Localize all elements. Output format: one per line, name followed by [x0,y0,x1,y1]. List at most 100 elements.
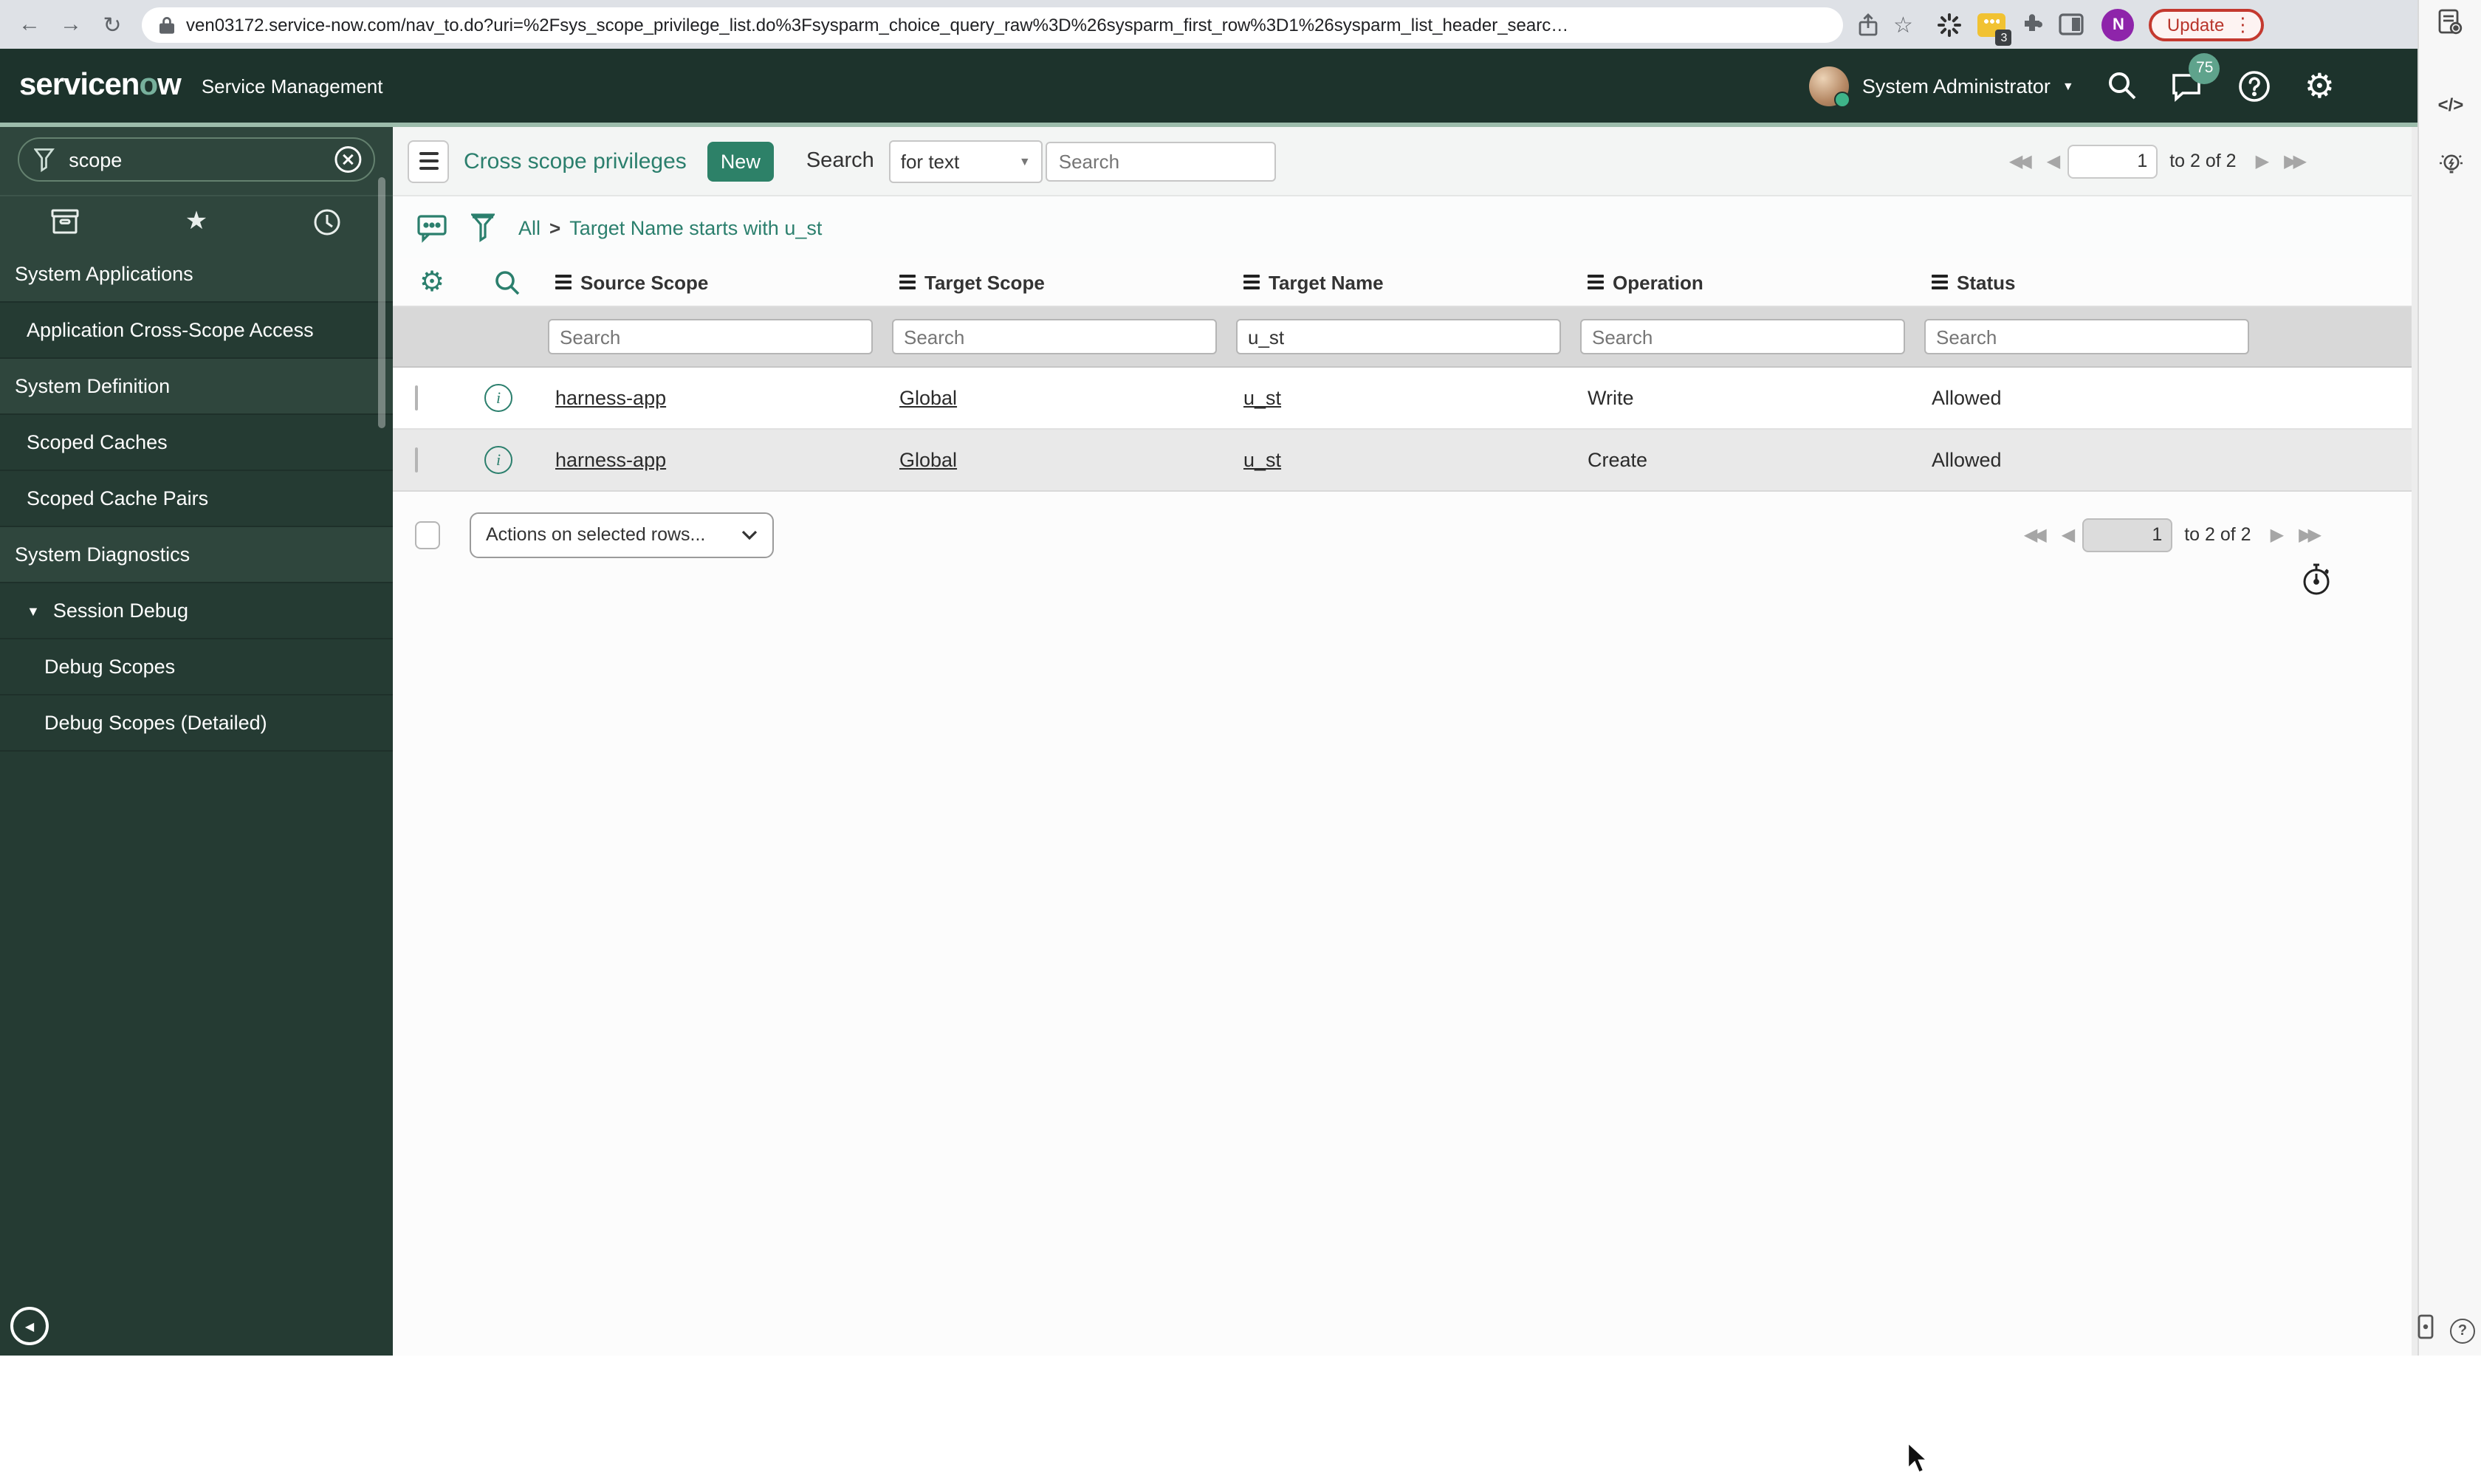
sidebar-item-scoped-cache-pairs[interactable]: Scoped Cache Pairs [0,471,393,527]
cell-target-scope-link[interactable]: Global [899,449,957,471]
next-page-icon[interactable]: ▶ [2271,524,2284,545]
new-record-button[interactable]: New [707,141,774,181]
sidebar-section-system-applications[interactable]: System Applications [0,247,393,303]
browser-update-button[interactable]: Update ⋮ [2149,8,2265,41]
share-icon[interactable] [1858,13,1878,36]
table-row[interactable]: i harness-app Global u_st Write Allowed [393,368,2417,430]
clear-filter-icon[interactable] [333,145,362,174]
cell-target-name-link[interactable]: u_st [1243,387,1281,409]
conversations-icon[interactable]: 75 [2172,52,2220,101]
list-search-input[interactable] [1045,141,1276,181]
filter-source-scope-input[interactable] [548,319,873,354]
column-menu-icon[interactable] [899,275,916,289]
filter-navigator-input[interactable] [66,147,334,172]
user-avatar[interactable] [1808,66,1850,107]
record-info-icon[interactable]: i [484,446,512,474]
cell-source-scope-link[interactable]: harness-app [555,387,666,409]
previous-page-icon[interactable]: ◀ [2047,151,2060,171]
bookmark-star-icon[interactable]: ☆ [1893,11,1913,38]
cell-target-scope-link[interactable]: Global [899,387,957,409]
content-scrollbar[interactable] [2412,127,2417,1356]
list-title[interactable]: Cross scope privileges [464,148,687,174]
list-personalize-gear-icon[interactable]: ⚙ [408,268,481,296]
filter-target-name-input[interactable] [1236,319,1561,354]
previous-page-icon[interactable]: ◀ [2062,524,2075,545]
search-mode-select[interactable]: for text ▼ [888,140,1043,182]
column-header-operation[interactable]: Operation [1580,271,1924,293]
right-utility-strip: </> ? [2417,0,2481,1356]
row-checkbox[interactable] [415,447,418,473]
browser-menu-icon[interactable]: ⋮ [2233,13,2252,36]
browser-forward-icon[interactable]: → [50,12,92,37]
browser-profile-avatar[interactable]: N [2101,8,2135,41]
sidebar-scrollbar[interactable] [378,177,385,428]
sidebar-item-label: Debug Scopes [44,656,176,678]
column-header-source-scope[interactable]: Source Scope [548,271,892,293]
column-search-toggle-icon[interactable] [481,268,548,296]
tab-history[interactable] [262,196,393,247]
browser-back-icon[interactable]: ← [9,12,50,37]
sidebar-item-debug-scopes-detailed[interactable]: Debug Scopes (Detailed) [0,695,393,752]
sidebar-item-application-cross-scope-access[interactable]: Application Cross-Scope Access [0,303,393,359]
column-header-target-scope[interactable]: Target Scope [892,271,1236,293]
sidebar-item-session-debug[interactable]: ▼ Session Debug [0,583,393,639]
breadcrumb-filter[interactable]: Target Name starts with u_st [569,216,822,238]
first-page-icon[interactable]: ◀◀ [2024,524,2047,545]
sidebar-item-scoped-caches[interactable]: Scoped Caches [0,415,393,471]
collapse-sidebar-button[interactable]: ◀ [10,1307,49,1345]
list-chat-icon[interactable] [416,212,447,243]
extension-badge: 3 [1995,29,2012,45]
settings-gear-icon[interactable]: ⚙ [2305,68,2335,103]
column-header-target-name[interactable]: Target Name [1236,271,1580,293]
column-menu-icon[interactable] [1243,275,1260,289]
filter-builder-icon[interactable] [471,213,495,242]
extensions-puzzle-icon[interactable] [2021,13,2045,36]
url-bar[interactable]: ven03172.service-now.com/nav_to.do?uri=%… [142,7,1843,42]
insight-bulb-icon[interactable] [2419,148,2481,188]
extension-spinner-icon[interactable] [1937,11,1963,38]
help-bubble-icon[interactable]: ? [2450,1319,2475,1344]
chevron-down-icon[interactable]: ▼ [27,603,40,618]
chevron-down-icon [741,529,758,540]
record-info-icon[interactable]: i [484,384,512,412]
split-view-icon[interactable] [2059,13,2084,35]
filter-status-input[interactable] [1924,319,2249,354]
global-search-icon[interactable] [2107,69,2139,102]
next-page-icon[interactable]: ▶ [2256,151,2269,171]
help-icon[interactable] [2238,69,2272,103]
table-row[interactable]: i harness-app Global u_st Create Allowed [393,430,2417,492]
column-header-status[interactable]: Status [1924,271,2417,293]
column-label: Operation [1613,271,1703,293]
extension-notes-icon[interactable]: 3 [1977,13,2012,45]
filter-operation-input[interactable] [1580,319,1905,354]
actions-dropdown[interactable]: Actions on selected rows... [470,512,774,557]
select-all-checkbox[interactable] [415,521,440,549]
user-menu[interactable]: System Administrator [1862,75,2051,97]
cell-target-name-link[interactable]: u_st [1243,449,1281,471]
filter-target-scope-input[interactable] [892,319,1217,354]
tab-all-applications[interactable] [0,196,131,247]
row-checkbox[interactable] [415,385,418,410]
current-row-input[interactable] [2068,144,2158,178]
breadcrumb-all[interactable]: All [518,216,541,238]
code-panel-icon[interactable]: </> [2419,95,2481,115]
cell-source-scope-link[interactable]: harness-app [555,449,666,471]
browser-reload-icon[interactable]: ↻ [92,11,133,38]
user-caret-icon[interactable]: ▼ [2062,79,2074,92]
list-context-menu-button[interactable] [408,140,449,182]
first-page-icon[interactable]: ◀◀ [2009,151,2032,171]
current-row-input[interactable] [2082,518,2173,552]
column-menu-icon[interactable] [555,275,572,289]
response-time-icon[interactable] [2301,563,2332,604]
column-menu-icon[interactable] [1588,275,1604,289]
last-page-icon[interactable]: ▶▶ [2284,151,2307,171]
tab-favorites[interactable]: ★ [131,196,261,247]
screen: ← → ↻ ven03172.service-now.com/nav_to.do… [0,0,2481,1474]
sidebar-section-system-definition[interactable]: System Definition [0,359,393,415]
sidebar-section-system-diagnostics[interactable]: System Diagnostics [0,527,393,583]
last-page-icon[interactable]: ▶▶ [2299,524,2322,545]
sidebar-item-debug-scopes[interactable]: Debug Scopes [0,639,393,695]
filter-navigator-search[interactable] [18,137,375,182]
page-inspector-icon[interactable] [2419,9,2481,44]
column-menu-icon[interactable] [1932,275,1948,289]
